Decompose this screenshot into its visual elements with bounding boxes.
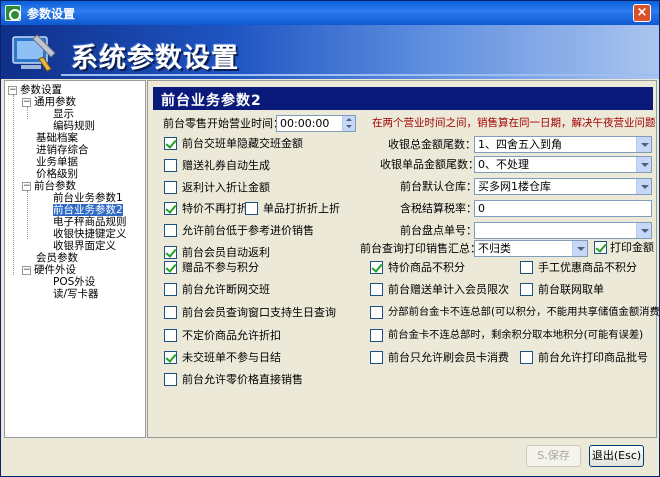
settings-logo-icon: [12, 34, 56, 72]
special-no-points-checkbox[interactable]: [370, 261, 383, 274]
banner: 系统参数设置: [1, 25, 659, 79]
tax-rate-label: 含税结算税率：: [400, 202, 477, 215]
offline-shift-checkbox[interactable]: [164, 283, 177, 296]
collapse-icon[interactable]: −: [22, 98, 31, 107]
no-discount-on-special-checkbox[interactable]: [164, 202, 177, 215]
branch-gold-card-label: 分部前台金卡不连总部(可以积分，不能用共享储值金额消费): [388, 306, 660, 318]
online-fetch-order-label: 前台联网取单: [538, 283, 604, 296]
print-summary-label: 前台查询打印销售汇总：: [360, 242, 481, 255]
window-title: 参数设置: [27, 7, 76, 21]
time-spinner[interactable]: [342, 116, 355, 131]
zero-price-sale-label: 前台允许零价格直接销售: [182, 373, 303, 386]
print-batch-number-checkbox[interactable]: [520, 351, 533, 364]
hide-shift-amount-label: 前台交班单隐藏交班金额: [182, 137, 303, 150]
branch-gold-card-checkbox[interactable]: [370, 306, 383, 319]
print-summary-select[interactable]: 不归类: [474, 240, 588, 257]
warehouse-select[interactable]: 买多网1楼仓库: [474, 178, 652, 195]
total-round-label: 收银总金额尾数：: [388, 138, 476, 151]
start-time-label: 前台零售开始营业时间：: [163, 117, 284, 130]
settings-tree[interactable]: − 参数设置 − 通用参数 显示 编码规则 基础档案 进销存综合 业务单据 价格…: [4, 80, 146, 438]
member-card-only-label: 前台只允许刷会员卡消费: [388, 351, 509, 364]
stocktake-label: 前台盘点单号：: [400, 224, 477, 237]
below-cost-sale-checkbox[interactable]: [164, 224, 177, 237]
online-fetch-order-checkbox[interactable]: [520, 283, 533, 296]
rebate-discount-checkbox[interactable]: [164, 181, 177, 194]
chevron-down-icon[interactable]: [636, 157, 651, 172]
chevron-down-icon[interactable]: [636, 137, 651, 152]
stocktake-select[interactable]: [474, 222, 652, 239]
special-no-points-label: 特价商品不积分: [388, 261, 465, 274]
auto-member-rebate-checkbox[interactable]: [164, 246, 177, 259]
tree-node-card-reader[interactable]: 读/写卡器: [53, 288, 99, 301]
chevron-down-icon[interactable]: [636, 179, 651, 194]
tree-guide: [27, 191, 28, 239]
no-discount-on-special-label: 特价不再打折: [182, 202, 248, 215]
item-round-label: 收银单品金额尾数：: [380, 158, 479, 171]
hide-shift-amount-checkbox[interactable]: [164, 137, 177, 150]
chevron-down-icon[interactable]: [636, 223, 651, 238]
below-cost-sale-label: 允许前台低于参考进价销售: [182, 224, 314, 237]
start-time-input[interactable]: 00:00:00: [276, 115, 356, 132]
params-panel: 前台业务参数2 前台零售开始营业时间： 00:00:00 在两个营业时间之间，销…: [147, 80, 660, 438]
business-time-note: 在两个营业时间之间，销售算在同一日期，解决午夜营业问题: [372, 117, 656, 129]
offline-shift-label: 前台允许断网交班: [182, 283, 270, 296]
tree-guide: [13, 95, 14, 275]
panel-header: 前台业务参数2: [153, 87, 653, 110]
print-amount-label: 打印金额: [610, 241, 654, 254]
gift-count-member-checkbox[interactable]: [370, 283, 383, 296]
auto-gift-voucher-label: 赠送礼券自动生成: [182, 159, 270, 172]
settings-window: 参数设置 × 系统参数设置 − 参数设置 − 通用参数 显示 编码规则 基础档案…: [0, 0, 660, 477]
auto-member-rebate-label: 前台会员自动返利: [182, 246, 270, 259]
stacked-discount-checkbox[interactable]: [245, 202, 258, 215]
gift-no-points-label: 赠品不参与积分: [182, 261, 259, 274]
birthday-query-label: 前台会员查询窗口支持生日查询: [182, 306, 336, 319]
manual-discount-no-points-label: 手工优惠商品不积分: [538, 261, 637, 274]
exit-button[interactable]: 退出(Esc): [589, 445, 644, 467]
gift-count-member-label: 前台赠送单计入会员限次: [388, 283, 509, 296]
local-points-checkbox[interactable]: [370, 329, 383, 342]
gift-no-points-checkbox[interactable]: [164, 261, 177, 274]
unpriced-discount-label: 不定价商品允许折扣: [182, 329, 281, 342]
title-bar[interactable]: 参数设置 ×: [1, 1, 659, 25]
member-card-only-checkbox[interactable]: [370, 351, 383, 364]
manual-discount-no-points-checkbox[interactable]: [520, 261, 533, 274]
close-button[interactable]: ×: [633, 4, 651, 22]
local-points-label: 前台金卡不连总部时，剩余积分取本地积分(可能有误差): [388, 329, 644, 341]
print-amount-checkbox[interactable]: [594, 241, 607, 254]
item-round-select[interactable]: 0、不处理: [474, 156, 652, 173]
banner-divider: [61, 74, 659, 76]
stacked-discount-label: 单品打折折上折: [263, 202, 340, 215]
collapse-icon[interactable]: −: [22, 266, 31, 275]
unshifted-daily-close-label: 未交班单不参与日结: [182, 351, 281, 364]
chevron-down-icon[interactable]: [572, 241, 587, 256]
banner-title: 系统参数设置: [71, 43, 239, 74]
total-round-select[interactable]: 1、四舍五入到角: [474, 136, 652, 153]
auto-gift-voucher-checkbox[interactable]: [164, 159, 177, 172]
zero-price-sale-checkbox[interactable]: [164, 373, 177, 386]
unshifted-daily-close-checkbox[interactable]: [164, 351, 177, 364]
warehouse-label: 前台默认仓库：: [400, 180, 477, 193]
app-icon: [5, 5, 21, 21]
collapse-icon[interactable]: −: [22, 182, 31, 191]
birthday-query-checkbox[interactable]: [164, 306, 177, 319]
panel-title: 前台业务参数2: [161, 93, 262, 109]
print-batch-number-label: 前台允许打印商品批号: [538, 351, 648, 364]
save-button[interactable]: S.保存: [526, 445, 581, 467]
unpriced-discount-checkbox[interactable]: [164, 329, 177, 342]
rebate-discount-label: 返利计入折让金额: [182, 181, 270, 194]
collapse-icon[interactable]: −: [8, 86, 17, 95]
tax-rate-input[interactable]: 0: [474, 200, 652, 217]
